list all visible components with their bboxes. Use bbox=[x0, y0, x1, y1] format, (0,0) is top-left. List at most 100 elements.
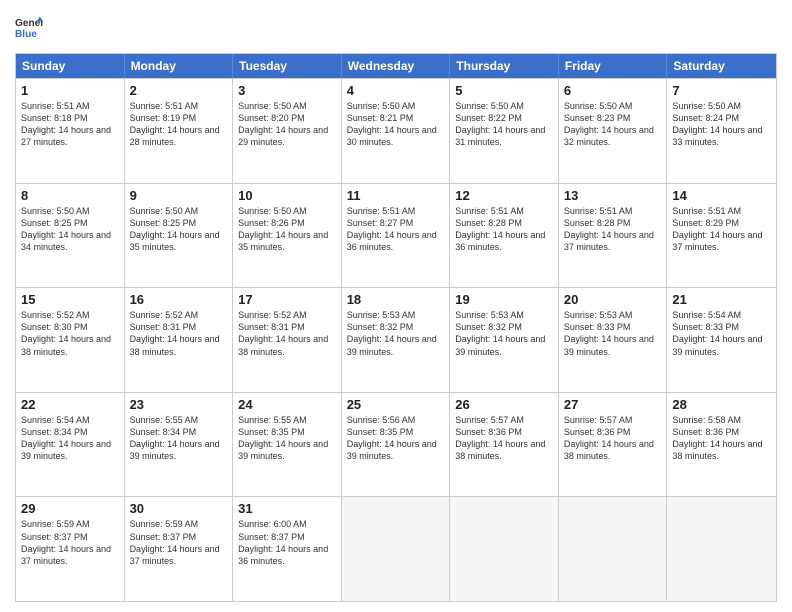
cell-info: Sunrise: 5:51 AMSunset: 8:28 PMDaylight:… bbox=[564, 206, 654, 252]
cell-info: Sunrise: 5:52 AMSunset: 8:31 PMDaylight:… bbox=[238, 310, 328, 356]
cell-info: Sunrise: 5:51 AMSunset: 8:28 PMDaylight:… bbox=[455, 206, 545, 252]
day-number: 10 bbox=[238, 188, 336, 203]
day-cell-12: 12 Sunrise: 5:51 AMSunset: 8:28 PMDaylig… bbox=[450, 184, 559, 288]
cell-info: Sunrise: 5:50 AMSunset: 8:20 PMDaylight:… bbox=[238, 101, 328, 147]
day-cell-23: 23 Sunrise: 5:55 AMSunset: 8:34 PMDaylig… bbox=[125, 393, 234, 497]
day-number: 14 bbox=[672, 188, 771, 203]
day-number: 11 bbox=[347, 188, 445, 203]
day-number: 16 bbox=[130, 292, 228, 307]
day-number: 19 bbox=[455, 292, 553, 307]
calendar-week-5: 29 Sunrise: 5:59 AMSunset: 8:37 PMDaylig… bbox=[16, 496, 776, 601]
day-number: 31 bbox=[238, 501, 336, 516]
cell-info: Sunrise: 5:53 AMSunset: 8:32 PMDaylight:… bbox=[455, 310, 545, 356]
day-number: 27 bbox=[564, 397, 662, 412]
calendar: SundayMondayTuesdayWednesdayThursdayFrid… bbox=[15, 53, 777, 602]
cell-info: Sunrise: 5:59 AMSunset: 8:37 PMDaylight:… bbox=[130, 519, 220, 565]
cell-info: Sunrise: 5:51 AMSunset: 8:19 PMDaylight:… bbox=[130, 101, 220, 147]
calendar-week-3: 15 Sunrise: 5:52 AMSunset: 8:30 PMDaylig… bbox=[16, 287, 776, 392]
header-day-saturday: Saturday bbox=[667, 54, 776, 78]
empty-cell bbox=[342, 497, 451, 601]
header-day-friday: Friday bbox=[559, 54, 668, 78]
day-number: 4 bbox=[347, 83, 445, 98]
day-cell-19: 19 Sunrise: 5:53 AMSunset: 8:32 PMDaylig… bbox=[450, 288, 559, 392]
logo: General Blue bbox=[15, 15, 43, 43]
cell-info: Sunrise: 5:51 AMSunset: 8:27 PMDaylight:… bbox=[347, 206, 437, 252]
cell-info: Sunrise: 5:50 AMSunset: 8:21 PMDaylight:… bbox=[347, 101, 437, 147]
cell-info: Sunrise: 5:50 AMSunset: 8:25 PMDaylight:… bbox=[21, 206, 111, 252]
cell-info: Sunrise: 5:54 AMSunset: 8:34 PMDaylight:… bbox=[21, 415, 111, 461]
calendar-week-2: 8 Sunrise: 5:50 AMSunset: 8:25 PMDayligh… bbox=[16, 183, 776, 288]
day-cell-26: 26 Sunrise: 5:57 AMSunset: 8:36 PMDaylig… bbox=[450, 393, 559, 497]
calendar-header: SundayMondayTuesdayWednesdayThursdayFrid… bbox=[16, 54, 776, 78]
day-cell-14: 14 Sunrise: 5:51 AMSunset: 8:29 PMDaylig… bbox=[667, 184, 776, 288]
day-number: 7 bbox=[672, 83, 771, 98]
day-cell-6: 6 Sunrise: 5:50 AMSunset: 8:23 PMDayligh… bbox=[559, 79, 668, 183]
day-number: 2 bbox=[130, 83, 228, 98]
day-number: 20 bbox=[564, 292, 662, 307]
day-cell-18: 18 Sunrise: 5:53 AMSunset: 8:32 PMDaylig… bbox=[342, 288, 451, 392]
cell-info: Sunrise: 5:55 AMSunset: 8:35 PMDaylight:… bbox=[238, 415, 328, 461]
calendar-week-4: 22 Sunrise: 5:54 AMSunset: 8:34 PMDaylig… bbox=[16, 392, 776, 497]
cell-info: Sunrise: 5:59 AMSunset: 8:37 PMDaylight:… bbox=[21, 519, 111, 565]
day-cell-13: 13 Sunrise: 5:51 AMSunset: 8:28 PMDaylig… bbox=[559, 184, 668, 288]
header: General Blue bbox=[15, 15, 777, 43]
header-day-thursday: Thursday bbox=[450, 54, 559, 78]
cell-info: Sunrise: 5:53 AMSunset: 8:33 PMDaylight:… bbox=[564, 310, 654, 356]
day-cell-25: 25 Sunrise: 5:56 AMSunset: 8:35 PMDaylig… bbox=[342, 393, 451, 497]
day-number: 23 bbox=[130, 397, 228, 412]
day-cell-27: 27 Sunrise: 5:57 AMSunset: 8:36 PMDaylig… bbox=[559, 393, 668, 497]
day-cell-4: 4 Sunrise: 5:50 AMSunset: 8:21 PMDayligh… bbox=[342, 79, 451, 183]
cell-info: Sunrise: 5:50 AMSunset: 8:24 PMDaylight:… bbox=[672, 101, 762, 147]
cell-info: Sunrise: 5:51 AMSunset: 8:18 PMDaylight:… bbox=[21, 101, 111, 147]
day-cell-15: 15 Sunrise: 5:52 AMSunset: 8:30 PMDaylig… bbox=[16, 288, 125, 392]
cell-info: Sunrise: 5:56 AMSunset: 8:35 PMDaylight:… bbox=[347, 415, 437, 461]
day-cell-8: 8 Sunrise: 5:50 AMSunset: 8:25 PMDayligh… bbox=[16, 184, 125, 288]
header-day-monday: Monday bbox=[125, 54, 234, 78]
day-number: 17 bbox=[238, 292, 336, 307]
day-number: 9 bbox=[130, 188, 228, 203]
cell-info: Sunrise: 5:57 AMSunset: 8:36 PMDaylight:… bbox=[455, 415, 545, 461]
day-number: 13 bbox=[564, 188, 662, 203]
day-number: 8 bbox=[21, 188, 119, 203]
day-cell-29: 29 Sunrise: 5:59 AMSunset: 8:37 PMDaylig… bbox=[16, 497, 125, 601]
day-number: 12 bbox=[455, 188, 553, 203]
day-cell-30: 30 Sunrise: 5:59 AMSunset: 8:37 PMDaylig… bbox=[125, 497, 234, 601]
day-number: 1 bbox=[21, 83, 119, 98]
day-number: 22 bbox=[21, 397, 119, 412]
header-day-tuesday: Tuesday bbox=[233, 54, 342, 78]
cell-info: Sunrise: 5:54 AMSunset: 8:33 PMDaylight:… bbox=[672, 310, 762, 356]
cell-info: Sunrise: 5:57 AMSunset: 8:36 PMDaylight:… bbox=[564, 415, 654, 461]
empty-cell bbox=[667, 497, 776, 601]
day-number: 6 bbox=[564, 83, 662, 98]
svg-text:Blue: Blue bbox=[15, 29, 37, 40]
day-cell-16: 16 Sunrise: 5:52 AMSunset: 8:31 PMDaylig… bbox=[125, 288, 234, 392]
calendar-body: 1 Sunrise: 5:51 AMSunset: 8:18 PMDayligh… bbox=[16, 78, 776, 601]
cell-info: Sunrise: 6:00 AMSunset: 8:37 PMDaylight:… bbox=[238, 519, 328, 565]
page: General Blue SundayMondayTuesdayWednesda… bbox=[0, 0, 792, 612]
day-cell-9: 9 Sunrise: 5:50 AMSunset: 8:25 PMDayligh… bbox=[125, 184, 234, 288]
cell-info: Sunrise: 5:55 AMSunset: 8:34 PMDaylight:… bbox=[130, 415, 220, 461]
cell-info: Sunrise: 5:52 AMSunset: 8:30 PMDaylight:… bbox=[21, 310, 111, 356]
empty-cell bbox=[450, 497, 559, 601]
cell-info: Sunrise: 5:50 AMSunset: 8:22 PMDaylight:… bbox=[455, 101, 545, 147]
day-cell-24: 24 Sunrise: 5:55 AMSunset: 8:35 PMDaylig… bbox=[233, 393, 342, 497]
day-number: 28 bbox=[672, 397, 771, 412]
day-cell-2: 2 Sunrise: 5:51 AMSunset: 8:19 PMDayligh… bbox=[125, 79, 234, 183]
day-cell-10: 10 Sunrise: 5:50 AMSunset: 8:26 PMDaylig… bbox=[233, 184, 342, 288]
cell-info: Sunrise: 5:52 AMSunset: 8:31 PMDaylight:… bbox=[130, 310, 220, 356]
day-number: 30 bbox=[130, 501, 228, 516]
cell-info: Sunrise: 5:58 AMSunset: 8:36 PMDaylight:… bbox=[672, 415, 762, 461]
day-number: 25 bbox=[347, 397, 445, 412]
cell-info: Sunrise: 5:51 AMSunset: 8:29 PMDaylight:… bbox=[672, 206, 762, 252]
cell-info: Sunrise: 5:53 AMSunset: 8:32 PMDaylight:… bbox=[347, 310, 437, 356]
day-number: 21 bbox=[672, 292, 771, 307]
day-number: 15 bbox=[21, 292, 119, 307]
day-number: 3 bbox=[238, 83, 336, 98]
cell-info: Sunrise: 5:50 AMSunset: 8:23 PMDaylight:… bbox=[564, 101, 654, 147]
day-cell-3: 3 Sunrise: 5:50 AMSunset: 8:20 PMDayligh… bbox=[233, 79, 342, 183]
day-cell-11: 11 Sunrise: 5:51 AMSunset: 8:27 PMDaylig… bbox=[342, 184, 451, 288]
day-cell-22: 22 Sunrise: 5:54 AMSunset: 8:34 PMDaylig… bbox=[16, 393, 125, 497]
day-number: 26 bbox=[455, 397, 553, 412]
day-number: 5 bbox=[455, 83, 553, 98]
day-cell-31: 31 Sunrise: 6:00 AMSunset: 8:37 PMDaylig… bbox=[233, 497, 342, 601]
